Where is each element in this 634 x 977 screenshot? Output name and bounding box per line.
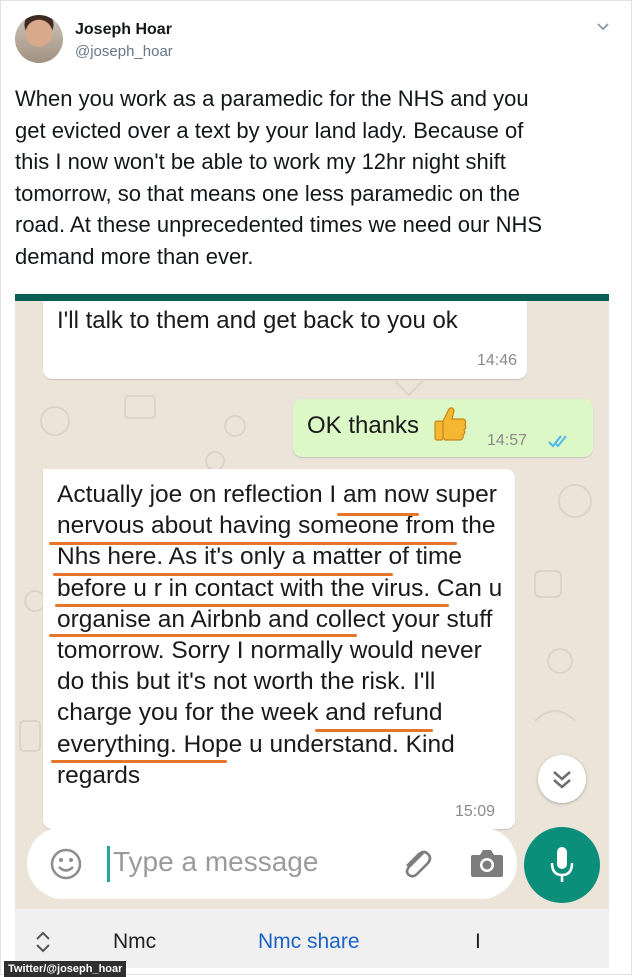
expand-collapse-icon[interactable] <box>33 929 53 955</box>
keyboard-suggestion-bar: Nmc Nmc share I <box>15 909 609 968</box>
text-cursor <box>107 846 110 882</box>
author-handle[interactable]: @joseph_hoar <box>75 43 173 60</box>
message-time: 14:46 <box>476 352 517 369</box>
camera-icon[interactable] <box>469 847 505 879</box>
microphone-icon <box>550 847 574 882</box>
message-input-bar[interactable]: Type a message <box>27 827 517 899</box>
whatsapp-screenshot: I'll talk to them and get back to you ok… <box>15 294 609 968</box>
highlight-underline <box>53 573 393 576</box>
message-time: 14:57 <box>487 432 528 449</box>
highlight-underline <box>55 604 449 607</box>
thumbs-up-icon <box>434 407 467 441</box>
highlight-underline <box>337 513 419 516</box>
tweet-text: When you work as a paramedic for the NHS… <box>15 86 543 269</box>
emoji-icon[interactable] <box>49 847 83 881</box>
keyboard-suggestion[interactable]: Nmc <box>113 930 156 954</box>
message-text: OK thanks <box>307 412 420 439</box>
highlight-underline <box>315 729 433 732</box>
keyboard-suggestion[interactable]: Nmc share <box>258 930 360 954</box>
voice-record-button[interactable] <box>524 827 600 903</box>
highlight-underline <box>51 760 227 763</box>
highlight-underline <box>49 542 457 545</box>
keyboard-suggestion[interactable]: I <box>475 930 481 954</box>
double-chevron-down-icon <box>553 771 571 789</box>
highlight-underline <box>49 634 357 637</box>
chevron-down-icon[interactable] <box>594 17 612 35</box>
author-name[interactable]: Joseph Hoar <box>75 21 172 39</box>
message-bubble-outgoing[interactable]: OK thanks 14:57 <box>293 399 593 457</box>
scroll-down-button[interactable] <box>538 755 586 803</box>
avatar[interactable] <box>15 15 63 63</box>
double-check-icon <box>548 435 567 448</box>
message-bubble-incoming[interactable]: Actually joe on reflection I am now supe… <box>43 469 515 829</box>
message-time: 15:09 <box>455 803 496 820</box>
message-bubble-incoming[interactable]: I'll talk to them and get back to you ok… <box>43 301 527 379</box>
message-input[interactable]: Type a message <box>113 846 318 878</box>
source-watermark: Twitter/@joseph_hoar <box>4 961 127 977</box>
paperclip-icon[interactable] <box>399 845 433 881</box>
message-text: I'll talk to them and get back to you ok <box>57 307 458 334</box>
